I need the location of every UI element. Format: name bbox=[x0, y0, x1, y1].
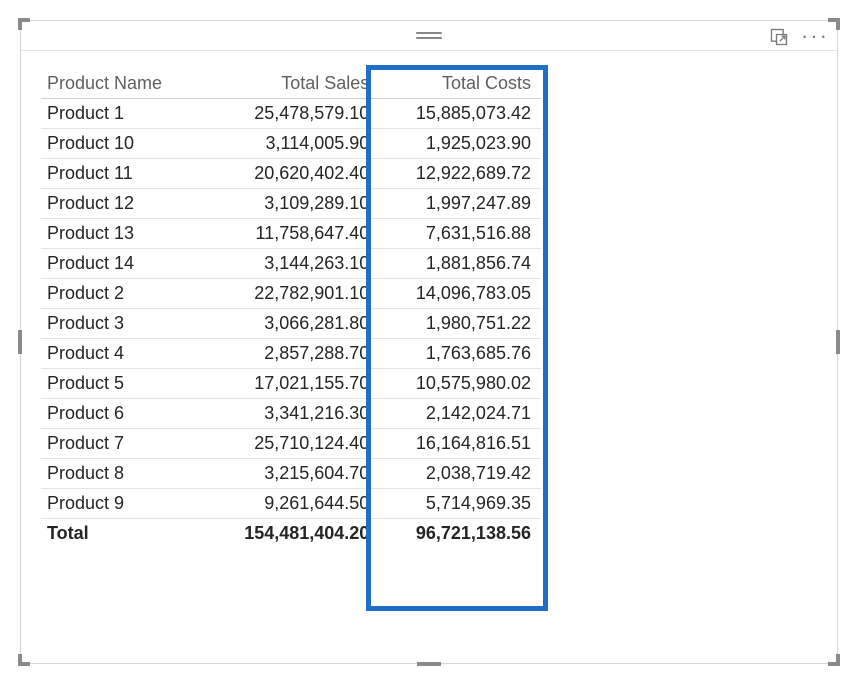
table-total-row: Total154,481,404.2096,721,138.56 bbox=[41, 519, 541, 549]
cell-total-sales: 3,144,263.10 bbox=[205, 249, 379, 279]
cell-total-costs: 5,714,969.35 bbox=[379, 489, 541, 519]
table-visual-container[interactable]: ··· Product Name Total Sales Total Costs… bbox=[20, 20, 838, 664]
cell-total-costs: 14,096,783.05 bbox=[379, 279, 541, 309]
cell-total-sales: 22,782,901.10 bbox=[205, 279, 379, 309]
table-row[interactable]: Product 222,782,901.1014,096,783.05 bbox=[41, 279, 541, 309]
total-costs: 96,721,138.56 bbox=[379, 519, 541, 549]
cell-product-name: Product 13 bbox=[41, 219, 205, 249]
table-row[interactable]: Product 143,144,263.101,881,856.74 bbox=[41, 249, 541, 279]
table-header-row: Product Name Total Sales Total Costs bbox=[41, 69, 541, 99]
cell-total-sales: 3,066,281.80 bbox=[205, 309, 379, 339]
cell-total-sales: 3,215,604.70 bbox=[205, 459, 379, 489]
table-row[interactable]: Product 63,341,216.302,142,024.71 bbox=[41, 399, 541, 429]
cell-product-name: Product 14 bbox=[41, 249, 205, 279]
cell-total-costs: 16,164,816.51 bbox=[379, 429, 541, 459]
cell-product-name: Product 6 bbox=[41, 399, 205, 429]
cell-total-costs: 2,142,024.71 bbox=[379, 399, 541, 429]
cell-product-name: Product 12 bbox=[41, 189, 205, 219]
table-row[interactable]: Product 103,114,005.901,925,023.90 bbox=[41, 129, 541, 159]
cell-total-sales: 25,478,579.10 bbox=[205, 99, 379, 129]
table-row[interactable]: Product 123,109,289.101,997,247.89 bbox=[41, 189, 541, 219]
cell-product-name: Product 4 bbox=[41, 339, 205, 369]
col-header-total-sales[interactable]: Total Sales bbox=[205, 69, 379, 99]
table-row[interactable]: Product 1120,620,402.4012,922,689.72 bbox=[41, 159, 541, 189]
cell-product-name: Product 11 bbox=[41, 159, 205, 189]
cell-total-sales: 17,021,155.70 bbox=[205, 369, 379, 399]
visual-header: ··· bbox=[21, 21, 837, 51]
cell-product-name: Product 1 bbox=[41, 99, 205, 129]
resize-handle-mid-bottom[interactable] bbox=[417, 662, 441, 666]
cell-total-sales: 20,620,402.40 bbox=[205, 159, 379, 189]
cell-product-name: Product 7 bbox=[41, 429, 205, 459]
cell-total-sales: 3,109,289.10 bbox=[205, 189, 379, 219]
table-row[interactable]: Product 1311,758,647.407,631,516.88 bbox=[41, 219, 541, 249]
table-row[interactable]: Product 725,710,124.4016,164,816.51 bbox=[41, 429, 541, 459]
cell-total-costs: 15,885,073.42 bbox=[379, 99, 541, 129]
total-label: Total bbox=[41, 519, 205, 549]
cell-total-costs: 1,997,247.89 bbox=[379, 189, 541, 219]
cell-total-sales: 2,857,288.70 bbox=[205, 339, 379, 369]
total-sales: 154,481,404.20 bbox=[205, 519, 379, 549]
col-header-product-name[interactable]: Product Name bbox=[41, 69, 205, 99]
cell-total-costs: 1,925,023.90 bbox=[379, 129, 541, 159]
drag-grip-icon[interactable] bbox=[416, 32, 442, 39]
focus-mode-icon[interactable] bbox=[769, 27, 789, 52]
cell-product-name: Product 5 bbox=[41, 369, 205, 399]
table-row[interactable]: Product 42,857,288.701,763,685.76 bbox=[41, 339, 541, 369]
cell-total-sales: 3,114,005.90 bbox=[205, 129, 379, 159]
table-row[interactable]: Product 99,261,644.505,714,969.35 bbox=[41, 489, 541, 519]
cell-total-costs: 1,881,856.74 bbox=[379, 249, 541, 279]
cell-product-name: Product 2 bbox=[41, 279, 205, 309]
table-row[interactable]: Product 33,066,281.801,980,751.22 bbox=[41, 309, 541, 339]
table-row[interactable]: Product 517,021,155.7010,575,980.02 bbox=[41, 369, 541, 399]
cell-total-sales: 11,758,647.40 bbox=[205, 219, 379, 249]
cell-total-costs: 12,922,689.72 bbox=[379, 159, 541, 189]
resize-handle-bottom-left[interactable] bbox=[18, 662, 30, 666]
col-header-total-costs[interactable]: Total Costs bbox=[379, 69, 541, 99]
cell-product-name: Product 10 bbox=[41, 129, 205, 159]
cell-product-name: Product 9 bbox=[41, 489, 205, 519]
cell-total-costs: 2,038,719.42 bbox=[379, 459, 541, 489]
table-row[interactable]: Product 83,215,604.702,038,719.42 bbox=[41, 459, 541, 489]
resize-handle-bottom-right[interactable] bbox=[828, 662, 840, 666]
cell-total-sales: 25,710,124.40 bbox=[205, 429, 379, 459]
cell-product-name: Product 3 bbox=[41, 309, 205, 339]
table-row[interactable]: Product 125,478,579.1015,885,073.42 bbox=[41, 99, 541, 129]
cell-total-sales: 9,261,644.50 bbox=[205, 489, 379, 519]
data-table: Product Name Total Sales Total Costs Pro… bbox=[41, 69, 541, 548]
cell-product-name: Product 8 bbox=[41, 459, 205, 489]
more-options-icon[interactable]: ··· bbox=[801, 25, 829, 53]
cell-total-costs: 1,980,751.22 bbox=[379, 309, 541, 339]
cell-total-costs: 10,575,980.02 bbox=[379, 369, 541, 399]
cell-total-costs: 7,631,516.88 bbox=[379, 219, 541, 249]
cell-total-sales: 3,341,216.30 bbox=[205, 399, 379, 429]
cell-total-costs: 1,763,685.76 bbox=[379, 339, 541, 369]
